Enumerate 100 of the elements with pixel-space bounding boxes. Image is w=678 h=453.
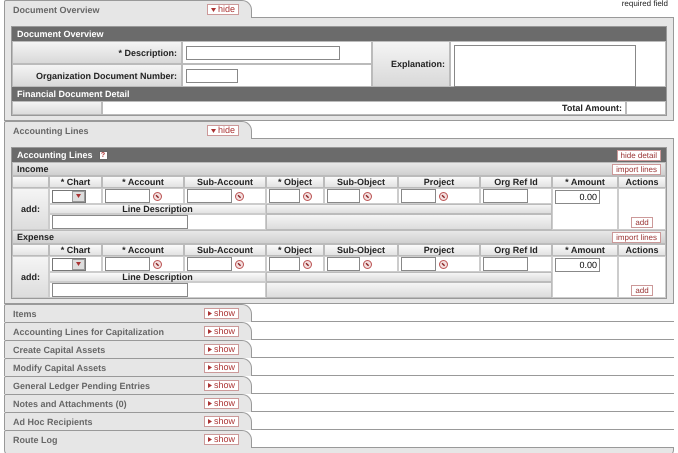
toggle-button[interactable]: show [204, 308, 239, 319]
column-header: * Amount [552, 244, 618, 256]
caret-right-icon [208, 419, 212, 424]
column-header: Line Description [49, 272, 266, 282]
caret-down-icon [210, 8, 216, 12]
line-description-field[interactable] [52, 283, 188, 297]
input-field[interactable] [105, 257, 150, 271]
section-title: Ad Hoc Recipients [13, 416, 93, 426]
caret-down-icon [76, 262, 81, 266]
column-header: Line Description [49, 204, 266, 214]
search-icon[interactable] [303, 192, 312, 200]
section-title: Modify Capital Assets [13, 362, 106, 372]
toggle-button[interactable]: show [204, 398, 239, 409]
dropdown-button[interactable] [72, 190, 85, 202]
column-header: Org Ref Id [480, 244, 552, 256]
group-title: Expense [17, 232, 54, 242]
search-icon[interactable] [439, 192, 448, 200]
search-icon[interactable] [153, 192, 162, 200]
input-field[interactable] [327, 189, 360, 203]
add-button[interactable]: add [631, 285, 653, 296]
search-icon[interactable] [153, 260, 162, 268]
search-icon[interactable] [363, 260, 372, 268]
column-header: * Account [102, 244, 184, 256]
toggle-button[interactable]: show [204, 434, 239, 445]
hide-detail-button[interactable]: hide detail [616, 150, 661, 160]
group-title: Income [17, 164, 49, 174]
column-header: Project [398, 244, 480, 256]
search-icon[interactable] [439, 260, 448, 268]
field-label: * Description: [12, 41, 182, 64]
toggle-button[interactable]: hide [206, 4, 239, 15]
toggle-button[interactable]: hide [206, 125, 239, 136]
search-icon[interactable] [303, 260, 312, 268]
column-header: Actions [618, 176, 666, 188]
panel-title: Accounting Lines [17, 150, 93, 160]
import-lines-button[interactable]: import lines [612, 164, 661, 174]
input-field[interactable] [401, 189, 436, 203]
section-title: Accounting Lines [13, 126, 89, 136]
column-header: Sub-Object [324, 176, 398, 188]
column-header: Org Ref Id [480, 176, 552, 188]
input-field[interactable] [187, 257, 232, 271]
section-title: Create Capital Assets [13, 344, 106, 354]
caret-down-icon [76, 194, 81, 198]
toggle-button[interactable]: show [204, 380, 239, 391]
caret-right-icon [208, 365, 212, 370]
column-header: Actions [618, 244, 666, 256]
toggle-button[interactable]: show [204, 344, 239, 355]
amount-field[interactable]: 0.00 [555, 258, 600, 272]
column-header: * Object [266, 244, 324, 256]
column-header: Sub-Object [324, 244, 398, 256]
dropdown-button[interactable] [72, 258, 85, 270]
caret-down-icon [210, 128, 216, 132]
toggle-button[interactable]: show [204, 362, 239, 373]
input-field[interactable] [187, 189, 232, 203]
amount-field[interactable]: 0.00 [555, 190, 600, 204]
line-description-field[interactable] [52, 215, 188, 229]
input-field[interactable] [483, 257, 528, 271]
caret-right-icon [208, 401, 212, 406]
input-field[interactable] [269, 189, 300, 203]
toggle-button[interactable]: show [204, 416, 239, 427]
column-header: * Amount [552, 176, 618, 188]
section-title: Accounting Lines for Capitalization [13, 326, 164, 336]
panel-header: Document Overview [12, 27, 666, 41]
add-button[interactable]: add [631, 217, 653, 228]
section-title: Items [13, 308, 37, 318]
input-field[interactable] [327, 257, 360, 271]
column-header: * Object [266, 176, 324, 188]
field-label: Explanation: [372, 41, 450, 87]
search-icon[interactable] [363, 192, 372, 200]
column-header: * Chart [49, 244, 102, 256]
section-title: Notes and Attachments (0) [13, 398, 127, 408]
chart-select[interactable] [52, 190, 86, 202]
section-title: Route Log [13, 434, 58, 444]
search-icon[interactable] [235, 260, 244, 268]
row-label: add: [21, 204, 40, 214]
input-field[interactable] [186, 46, 340, 60]
input-field[interactable] [401, 257, 436, 271]
caret-right-icon [208, 383, 212, 388]
caret-right-icon [208, 329, 212, 334]
column-header: Sub-Account [184, 176, 266, 188]
section-title: General Ledger Pending Entries [13, 380, 150, 390]
input-field[interactable] [483, 189, 528, 203]
column-header: Project [398, 176, 480, 188]
toggle-button[interactable]: show [204, 326, 239, 337]
import-lines-button[interactable]: import lines [612, 232, 661, 242]
input-field[interactable] [269, 257, 300, 271]
search-icon[interactable] [235, 192, 244, 200]
caret-right-icon [208, 437, 212, 442]
section-title: Document Overview [13, 4, 100, 14]
explanation-field[interactable] [454, 45, 636, 87]
input-field[interactable] [105, 189, 150, 203]
caret-right-icon [208, 311, 212, 316]
caret-right-icon [208, 347, 212, 352]
input-field[interactable] [186, 68, 238, 82]
column-header: * Chart [49, 176, 102, 188]
panel-header: Financial Document Detail [12, 87, 666, 101]
chart-select[interactable] [52, 258, 86, 270]
column-header: * Account [102, 176, 184, 188]
column-header: Sub-Account [184, 244, 266, 256]
total-label: Total Amount: [102, 101, 626, 115]
row-label: add: [21, 272, 40, 282]
